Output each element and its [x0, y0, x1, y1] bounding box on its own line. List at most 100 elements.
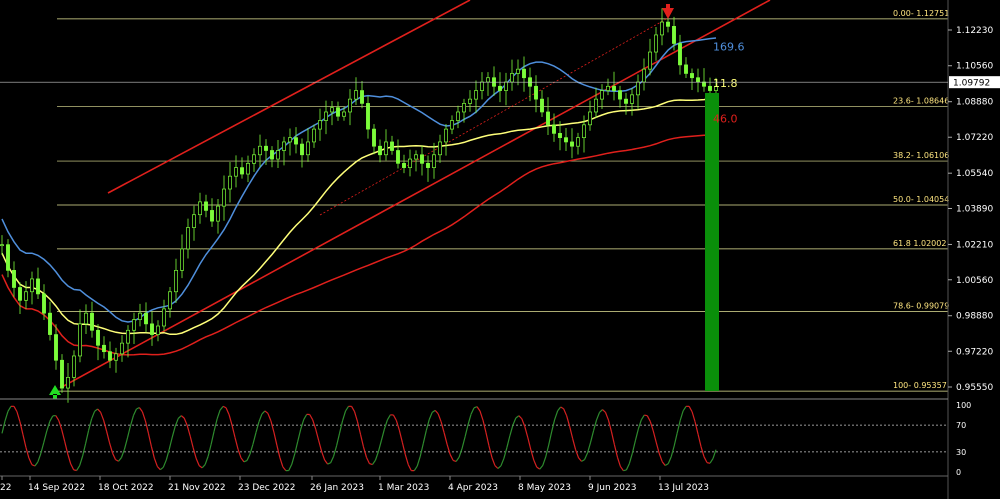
candle-body [390, 141, 394, 151]
time-tick-label: 13 Jul 2023 [658, 483, 709, 493]
candle-body [132, 319, 136, 331]
ma-value-label: 46.0 [713, 112, 738, 125]
oscillator-segment [644, 414, 648, 417]
candle-body [48, 312, 52, 335]
ma-value-label: 169.6 [713, 41, 745, 54]
candle-body [456, 111, 460, 121]
price-tick-label: 0.97220 [956, 347, 993, 357]
candle-body [288, 137, 292, 143]
candle-body [138, 312, 142, 320]
fib-level-label: 100- 0.95357 [893, 381, 947, 390]
candle-body [120, 342, 124, 355]
price-tick-label: 1.07220 [956, 133, 993, 143]
candle-body [282, 141, 286, 151]
candle-body [324, 111, 328, 121]
candle-body [402, 162, 406, 168]
price-tick-label: 0.98880 [956, 312, 993, 322]
fib-level-label: 50.0- 1.04054 [893, 195, 949, 204]
candle-body [78, 323, 82, 357]
candle-body [6, 244, 10, 271]
time-tick-label: 21 Nov 2022 [168, 483, 226, 493]
candle-body [522, 68, 526, 79]
time-tick-label: 8 May 2023 [518, 483, 571, 493]
price-tick-label: 1.12230 [956, 26, 993, 36]
candle-body [330, 107, 334, 113]
price-tick-label: 1.10560 [956, 62, 993, 72]
candle-body [246, 162, 250, 175]
candle-body [264, 145, 268, 151]
candle-body [36, 278, 40, 295]
current-price-value: 1.09792 [953, 79, 990, 89]
time-tick-label: 9 Jun 2023 [588, 483, 636, 493]
candle-body [354, 90, 358, 100]
candle-body [642, 68, 646, 83]
candle-body [198, 201, 202, 216]
candle-body [102, 344, 106, 353]
candle-body [564, 137, 568, 143]
candle-body [204, 201, 208, 211]
candle-body [708, 85, 712, 91]
candle-body [672, 26, 676, 44]
candle-body [84, 312, 88, 325]
candle-body [630, 94, 634, 104]
oscillator-tick-label: 0 [956, 468, 961, 477]
candle-body [276, 150, 280, 160]
candle-body [576, 137, 580, 147]
candle-body [366, 103, 370, 130]
candle-body [174, 270, 178, 293]
time-tick-label: 4 Apr 2023 [448, 483, 498, 493]
time-tick-label: 1 Mar 2023 [378, 483, 429, 493]
candle-body [372, 128, 376, 147]
candle-body [540, 98, 544, 113]
candle-body [552, 124, 556, 134]
fib-level-label: 0.00- 1.12751 [893, 9, 949, 18]
candle-body [516, 68, 520, 74]
candle-body [702, 81, 706, 87]
candle-body [150, 323, 154, 335]
price-tick-label: 1.02210 [956, 240, 993, 250]
candle-body [24, 291, 28, 301]
fib-level-label: 23.6- 1.08646 [893, 97, 949, 106]
candle-body [414, 154, 418, 160]
candle-body [234, 167, 238, 177]
candle-body [666, 21, 670, 27]
candle-body [192, 214, 196, 228]
candle-body [54, 334, 58, 361]
candle-body [462, 103, 466, 113]
candle-body [408, 158, 412, 168]
candle-body [654, 34, 658, 53]
candle-body [636, 81, 640, 96]
candle-body [558, 133, 562, 139]
time-tick-label: 22 [0, 483, 11, 493]
forex-chart[interactable]: 169.6 11.8 46.0 0.00- 1.12751 23.6- 1.08646… [0, 0, 1000, 499]
time-tick-label: 18 Oct 2022 [98, 483, 154, 493]
candle-body [420, 154, 424, 164]
candle-body [222, 188, 226, 207]
candle-body [252, 154, 256, 164]
candle-body [30, 278, 34, 293]
candle-body [432, 154, 436, 168]
candle-body [360, 90, 364, 104]
oscillator-tick-label: 30 [956, 448, 966, 457]
candle-body [438, 141, 442, 156]
candle-body [108, 351, 112, 361]
candle-body [660, 21, 664, 36]
candle-body [582, 124, 586, 139]
oscillator-tick-label: 100 [956, 401, 971, 410]
ma-value-label: 11.8 [713, 77, 738, 90]
candle-body [168, 291, 172, 310]
candle-body [426, 162, 430, 168]
price-tick-label: 1.05540 [956, 169, 993, 179]
candle-body [624, 98, 628, 104]
price-tick-label: 1.00560 [956, 276, 993, 286]
candle-body [546, 111, 550, 126]
candle-body [162, 308, 166, 327]
candle-body [336, 107, 340, 117]
candle-body [480, 81, 484, 91]
candle-body [258, 145, 262, 156]
candle-body [72, 355, 76, 378]
candle-body [66, 377, 70, 389]
candle-body [294, 137, 298, 145]
candle-body [90, 312, 94, 331]
candle-body [126, 329, 130, 344]
